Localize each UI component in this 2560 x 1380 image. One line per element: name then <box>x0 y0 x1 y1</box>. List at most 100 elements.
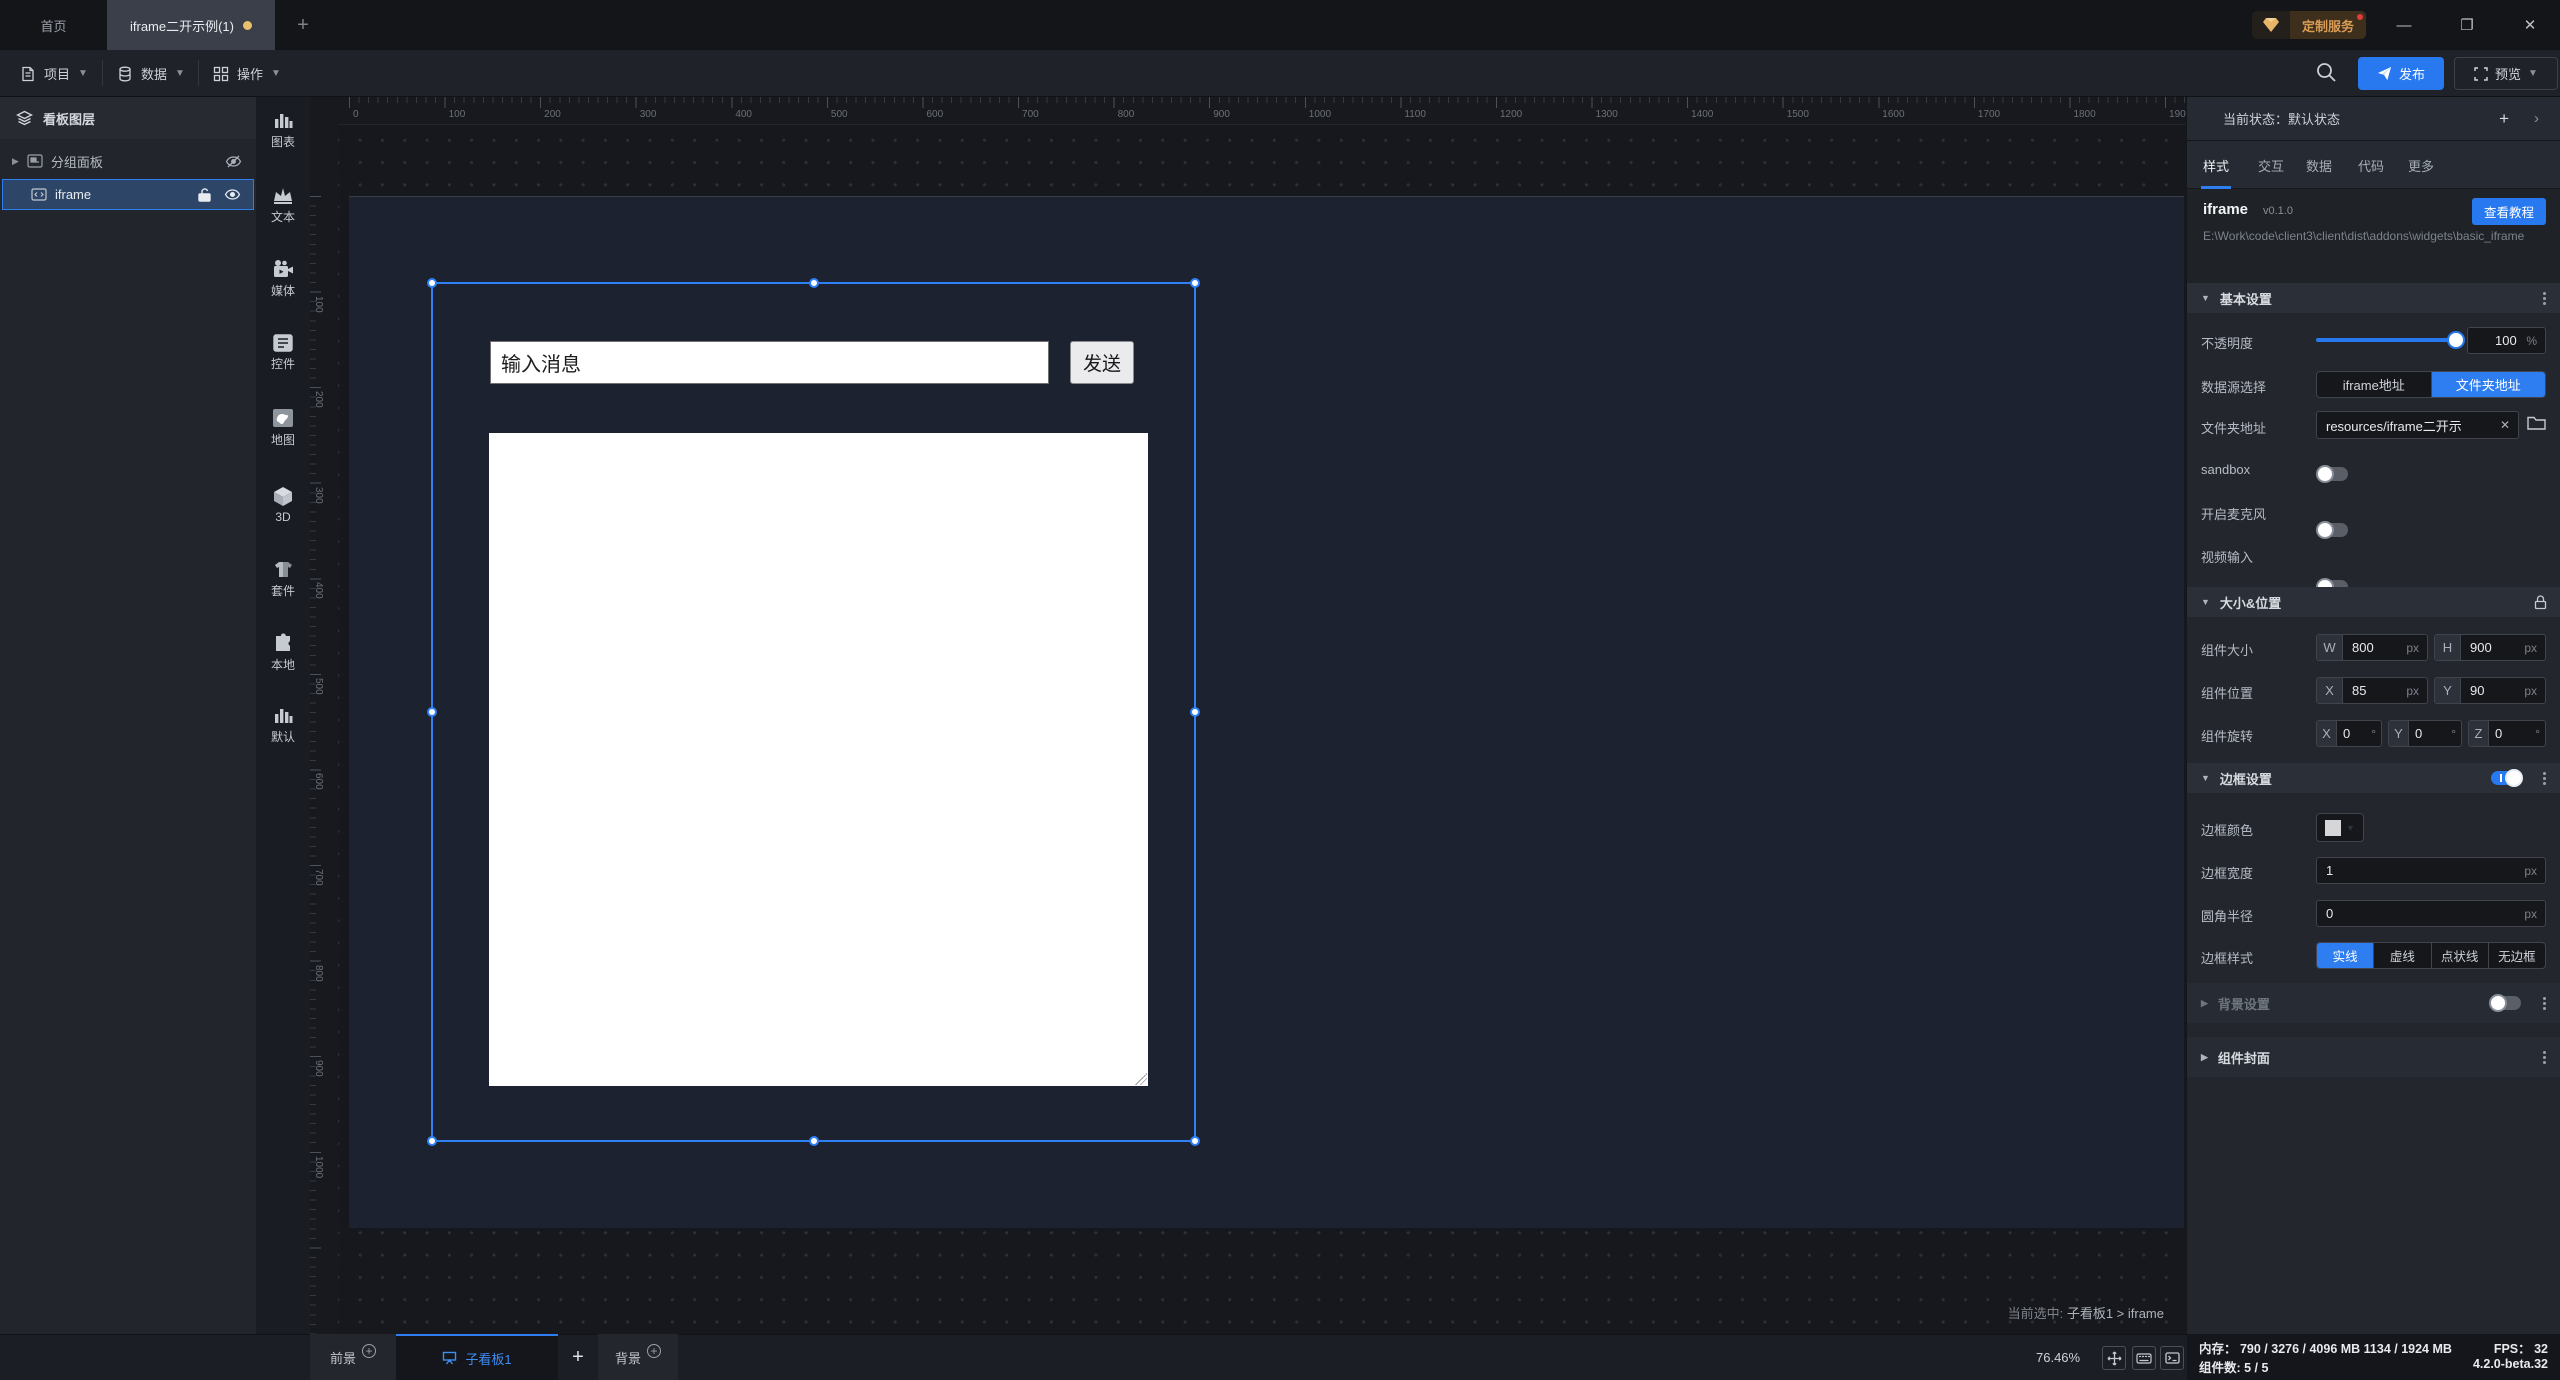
opacity-input[interactable]: 100 % <box>2467 327 2546 354</box>
resize-grip-icon[interactable] <box>1135 1073 1147 1085</box>
selection-handle-se[interactable] <box>1190 1136 1200 1146</box>
add-background-icon[interactable]: + <box>647 1344 661 1358</box>
size-label: 组件大小 <box>2201 643 2254 658</box>
opacity-slider[interactable] <box>2316 331 2465 349</box>
border-radius-input[interactable]: 0 px <box>2316 900 2546 927</box>
search-icon[interactable] <box>2314 60 2338 84</box>
option-solid[interactable]: 实线 <box>2317 943 2375 968</box>
folder-input[interactable]: resources/iframe二开示 ✕ <box>2316 411 2519 439</box>
new-tab-button[interactable]: + <box>286 0 320 50</box>
sandbox-toggle[interactable] <box>2316 465 2348 483</box>
add-foreground-icon[interactable]: + <box>362 1344 376 1358</box>
height-input[interactable]: H 900 px <box>2434 634 2546 661</box>
selection-handle-nw[interactable] <box>427 278 437 288</box>
widget-cat-text[interactable]: 文本 <box>256 185 310 229</box>
minimize-button[interactable]: — <box>2381 0 2427 50</box>
menu-project[interactable]: 项目 ▼ <box>20 50 88 97</box>
add-board-button[interactable]: + <box>558 1334 598 1380</box>
selection-handle-ne[interactable] <box>1190 278 1200 288</box>
background-toggle[interactable] <box>2489 994 2521 1012</box>
foreground-tab[interactable]: 前景 + <box>310 1334 396 1380</box>
option-dotted[interactable]: 点状线 <box>2432 943 2489 968</box>
selected-iframe-widget[interactable]: 输入消息 发送 <box>427 278 1200 1146</box>
menu-actions[interactable]: 操作 ▼ <box>213 50 281 97</box>
eye-off-icon[interactable] <box>225 154 242 169</box>
lock-icon[interactable] <box>2534 594 2547 610</box>
section-basic-settings[interactable]: ▼ 基本设置 <box>2187 283 2560 313</box>
section-size-position[interactable]: ▼ 大小&位置 <box>2187 587 2560 617</box>
tab-home[interactable]: 首页 <box>0 0 107 50</box>
tab-code[interactable]: 代码 <box>2358 141 2384 189</box>
widget-cat-charts[interactable]: 图表 <box>256 110 310 154</box>
selection-handle-sw[interactable] <box>427 1136 437 1146</box>
width-input[interactable]: W 800 px <box>2316 634 2428 661</box>
selection-handle-s[interactable] <box>808 1136 819 1146</box>
message-input[interactable]: 输入消息 <box>490 341 1049 384</box>
expand-states-icon[interactable]: › <box>2534 110 2539 127</box>
tutorial-button[interactable]: 查看教程 <box>2472 198 2546 225</box>
chevron-down-icon: ▼ <box>175 68 185 79</box>
widget-cat-map[interactable]: 地图 <box>256 408 310 452</box>
rot-z-input[interactable]: Z 0 ° <box>2468 720 2546 747</box>
tab-document[interactable]: iframe二开示例(1) <box>107 0 275 50</box>
board-tab[interactable]: 子看板1 <box>396 1334 558 1380</box>
terminal-icon[interactable] <box>2160 1346 2184 1370</box>
tab-more[interactable]: 更多 <box>2408 141 2434 189</box>
send-button[interactable]: 发送 <box>1070 341 1134 384</box>
kebab-menu-icon[interactable] <box>2543 1049 2547 1066</box>
selection-handle-e[interactable] <box>1190 707 1200 717</box>
ruler-h-label: 300 <box>639 109 657 120</box>
unlock-icon[interactable] <box>197 187 212 203</box>
rot-y-input[interactable]: Y 0 ° <box>2388 720 2462 747</box>
option-none[interactable]: 无边框 <box>2489 943 2545 968</box>
section-background-settings[interactable]: ▶ 背景设置 <box>2187 983 2560 1023</box>
widget-cat-local[interactable]: 本地 <box>256 633 310 677</box>
slider-knob[interactable] <box>2447 331 2465 349</box>
canvas[interactable]: 0 100 200 300 400 500 600 700 800 900 1000 1100 1200… <box>310 97 2190 1334</box>
zoom-level[interactable]: 76.46% <box>2036 1334 2080 1380</box>
section-widget-cover[interactable]: ▶ 组件封面 <box>2187 1037 2560 1077</box>
maximize-button[interactable]: ❐ <box>2444 0 2490 50</box>
pos-x-input[interactable]: X 85 px <box>2316 677 2428 704</box>
kebab-menu-icon[interactable] <box>2543 770 2547 787</box>
preview-button[interactable]: 预览 ▼ <box>2454 57 2558 90</box>
fit-screen-icon[interactable] <box>2102 1346 2126 1370</box>
kebab-menu-icon[interactable] <box>2543 290 2547 307</box>
pos-y-input[interactable]: Y 90 px <box>2434 677 2546 704</box>
widget-cat-kits[interactable]: 套件 <box>256 560 310 604</box>
widget-cat-default[interactable]: 默认 <box>256 705 310 749</box>
selection-handle-w[interactable] <box>427 707 437 717</box>
chevron-down-icon: ▼ <box>78 68 88 79</box>
border-width-input[interactable]: 1 px <box>2316 857 2546 884</box>
selection-handle-n[interactable] <box>808 278 819 288</box>
tab-interaction[interactable]: 交互 <box>2258 141 2284 189</box>
layer-item-group[interactable]: ▶ 分组面板 <box>0 147 256 175</box>
layer-item-iframe[interactable]: iframe <box>2 179 254 210</box>
option-iframe-url[interactable]: iframe地址 <box>2317 372 2432 397</box>
eye-icon[interactable] <box>224 188 241 201</box>
tab-data[interactable]: 数据 <box>2306 141 2332 189</box>
widget-cat-media[interactable]: 媒体 <box>256 259 310 303</box>
section-border-settings[interactable]: ▼ 边框设置 <box>2187 763 2560 793</box>
close-button[interactable]: ✕ <box>2507 0 2553 50</box>
border-color-picker[interactable]: ▼ <box>2316 813 2364 842</box>
border-toggle[interactable] <box>2491 769 2523 787</box>
widget-cat-3d[interactable]: 3D <box>256 486 310 530</box>
option-dashed[interactable]: 虚线 <box>2374 943 2432 968</box>
option-folder-url[interactable]: 文件夹地址 <box>2431 372 2545 397</box>
custom-service-badge[interactable]: 定制服务 <box>2252 11 2367 39</box>
add-state-button[interactable]: + <box>2499 109 2509 129</box>
menu-data[interactable]: 数据 ▼ <box>117 50 185 97</box>
widget-cat-controls[interactable]: 控件 <box>256 334 310 378</box>
expand-arrow-icon[interactable]: ▶ <box>12 156 19 167</box>
rot-x-input[interactable]: X 0 ° <box>2316 720 2382 747</box>
tab-style[interactable]: 样式 <box>2200 141 2232 189</box>
mic-toggle[interactable] <box>2316 521 2348 539</box>
message-textarea[interactable] <box>489 433 1148 1086</box>
folder-browse-icon[interactable] <box>2527 415 2546 431</box>
clear-icon[interactable]: ✕ <box>2500 418 2518 432</box>
kebab-menu-icon[interactable] <box>2543 995 2547 1012</box>
keyboard-icon[interactable] <box>2132 1346 2156 1370</box>
background-tab[interactable]: 背景 + <box>598 1334 678 1380</box>
publish-button[interactable]: 发布 <box>2358 57 2444 90</box>
